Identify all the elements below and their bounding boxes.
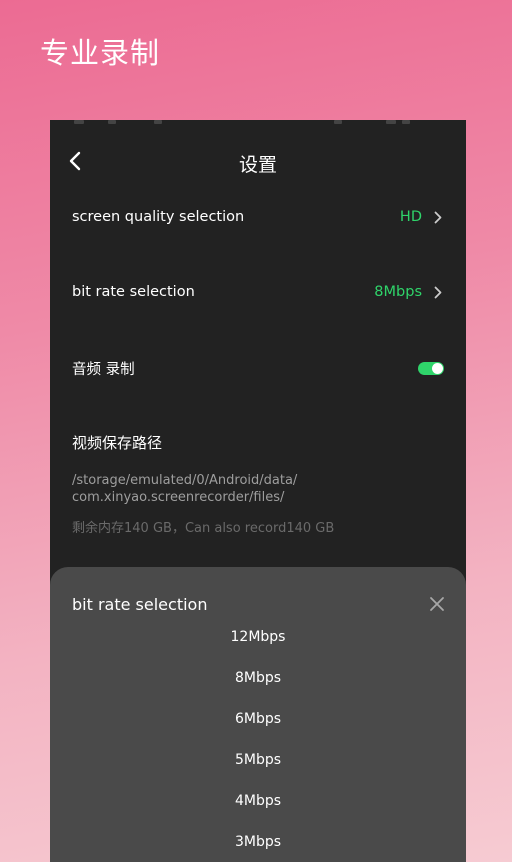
status-bar xyxy=(50,120,466,126)
save-path-heading: 视频保存路径 xyxy=(72,434,163,452)
bitrate-option[interactable]: 8Mbps xyxy=(50,670,466,686)
bitrate-option[interactable]: 12Mbps xyxy=(50,629,466,645)
close-button[interactable] xyxy=(428,595,446,613)
quality-row[interactable]: screen quality selection HD xyxy=(50,195,466,239)
page-title: 设置 xyxy=(238,154,277,176)
bitrate-row[interactable]: bit rate selection 8Mbps xyxy=(50,270,466,314)
bitrate-option[interactable]: 6Mbps xyxy=(50,711,466,727)
chevron-right-icon xyxy=(434,285,444,299)
bitrate-value: 8Mbps xyxy=(374,284,422,300)
sheet-title: bit rate selection xyxy=(72,595,208,614)
top-bar: 设置 xyxy=(50,138,466,188)
save-path-line-1: /storage/emulated/0/Android/data/ xyxy=(72,473,298,488)
bitrate-option[interactable]: 3Mbps xyxy=(50,834,466,850)
quality-label: screen quality selection xyxy=(72,209,245,225)
audio-toggle[interactable] xyxy=(418,361,444,375)
quality-value: HD xyxy=(399,209,422,225)
bitrate-label: bit rate selection xyxy=(72,284,195,300)
bitrate-option[interactable]: 4Mbps xyxy=(50,793,466,809)
save-path-line-2: com.xinyao.screenrecorder/files/ xyxy=(72,490,285,505)
bitrate-option[interactable]: 5Mbps xyxy=(50,752,466,768)
chevron-right-icon xyxy=(434,210,444,224)
bitrate-sheet: bit rate selection 12Mbps 8Mbps 6Mbps 5M… xyxy=(50,567,466,862)
save-path-value: /storage/emulated/0/Android/data/ com.xi… xyxy=(72,472,442,506)
promo-title: 专业录制 xyxy=(40,36,161,70)
storage-info: 剩余内存140 GB，Can also record140 GB xyxy=(72,521,335,536)
phone-screen: 设置 screen quality selection HD bit rate … xyxy=(50,120,466,862)
audio-label: 音频 录制 xyxy=(72,361,135,378)
audio-row: 音频 录制 xyxy=(50,346,466,390)
close-icon xyxy=(430,597,444,611)
toggle-knob xyxy=(432,362,443,374)
